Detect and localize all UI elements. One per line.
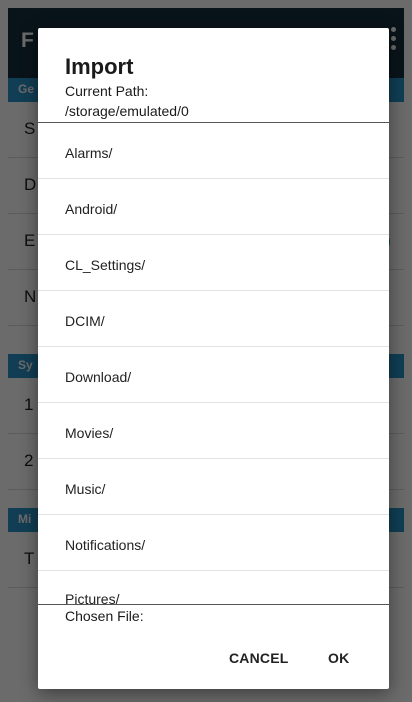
folder-list-item[interactable]: Pictures/ <box>38 571 389 605</box>
folder-name: Pictures/ <box>65 591 120 605</box>
folder-list-item[interactable]: Alarms/ <box>38 123 389 179</box>
folder-list-item[interactable]: Android/ <box>38 179 389 235</box>
import-dialog: Import Current Path: /storage/emulated/0… <box>38 28 389 689</box>
folder-name: Notifications/ <box>65 537 146 553</box>
folder-name: Alarms/ <box>65 145 113 161</box>
folder-name: CL_Settings/ <box>65 257 146 273</box>
folder-list-item[interactable]: Download/ <box>38 347 389 403</box>
folder-list-item[interactable]: Movies/ <box>38 403 389 459</box>
folder-list-item[interactable]: CL_Settings/ <box>38 235 389 291</box>
dialog-title: Import <box>65 54 134 79</box>
folder-list-item[interactable]: Music/ <box>38 459 389 515</box>
cancel-button[interactable]: CANCEL <box>229 650 289 666</box>
current-path-value: /storage/emulated/0 <box>65 103 189 119</box>
folder-name: DCIM/ <box>65 313 105 329</box>
folder-name: Music/ <box>65 481 106 497</box>
ok-button[interactable]: OK <box>328 650 349 666</box>
folder-name: Movies/ <box>65 425 114 441</box>
folder-list-item[interactable]: Notifications/ <box>38 515 389 571</box>
chosen-file-label: Chosen File: <box>65 608 144 624</box>
folder-list[interactable]: Alarms/ Android/ CL_Settings/ DCIM/ Down… <box>38 122 389 605</box>
folder-name: Download/ <box>65 369 132 385</box>
folder-list-item[interactable]: DCIM/ <box>38 291 389 347</box>
current-path-label: Current Path: <box>65 83 149 99</box>
folder-name: Android/ <box>65 201 118 217</box>
